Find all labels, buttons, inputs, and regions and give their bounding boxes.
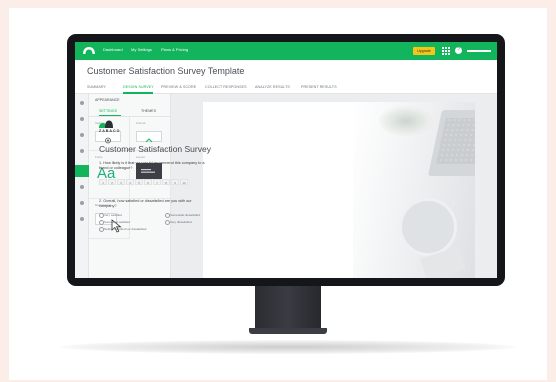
- rail-item-icon[interactable]: [80, 201, 84, 205]
- upgrade-button[interactable]: Upgrade: [413, 47, 435, 55]
- brand-name: ZABACO: [99, 129, 121, 133]
- nav-dashboard[interactable]: Dashboard: [103, 47, 123, 52]
- radio-option-somewhat-dissatisfied[interactable]: Somewhat dissatisfied: [165, 213, 200, 219]
- fonts-cell[interactable]: Fonts Aa: [89, 151, 130, 199]
- cell-label: Layout: [136, 155, 146, 159]
- scale-option[interactable]: 8: [162, 179, 170, 185]
- radio-option-somewhat-satisfied[interactable]: Somewhat satisfied: [99, 220, 130, 226]
- rail-item-icon[interactable]: [80, 117, 84, 121]
- tab-analyze-results[interactable]: ANALYZE RESULTS: [255, 85, 290, 89]
- tab-collect-responses[interactable]: COLLECT RESPONSES: [205, 85, 247, 89]
- app-screen: Dashboard My Settings Plans & Pricing Up…: [75, 42, 497, 278]
- surveymonkey-logo-icon[interactable]: [82, 46, 96, 55]
- scale-option[interactable]: 4: [126, 179, 134, 185]
- tab-present-results[interactable]: PRESENT RESULTS: [301, 85, 337, 89]
- rail-item-icon[interactable]: [80, 133, 84, 137]
- tab-preview-score[interactable]: PREVIEW & SCORE: [161, 85, 196, 89]
- help-icon[interactable]: ?: [455, 47, 462, 54]
- left-tool-rail: [75, 94, 89, 278]
- subtab-indicator: [99, 115, 121, 116]
- layout-cell[interactable]: Layout: [130, 151, 171, 199]
- cell-label: Format: [136, 121, 146, 125]
- scale-option[interactable]: 6: [144, 179, 152, 185]
- apps-grid-icon[interactable]: [442, 47, 450, 55]
- tab-design-survey[interactable]: DESIGN SURVEY: [123, 85, 154, 89]
- survey-title[interactable]: Customer Satisfaction Survey: [99, 144, 211, 154]
- radio-option-very-satisfied[interactable]: Very satisfied: [99, 213, 122, 219]
- panel-heading: APPEARANCE: [95, 98, 120, 102]
- subtab-settings[interactable]: SETTINGS: [99, 109, 117, 113]
- tab-summary[interactable]: SUMMARY: [87, 85, 106, 89]
- scale-option[interactable]: 10: [180, 179, 188, 185]
- survey-preview-page: [203, 102, 475, 278]
- nav-my-settings[interactable]: My Settings: [131, 47, 152, 52]
- page-title: Customer Satisfaction Survey Template: [87, 66, 245, 76]
- nps-scale: 1 2 3 4 5 6 7 8 9 10: [99, 179, 188, 185]
- monitor-shadow: [60, 340, 516, 354]
- monitor-stand-base: [249, 328, 327, 334]
- subtab-themes[interactable]: THEMES: [141, 109, 156, 113]
- rail-item-appearance-active[interactable]: [75, 165, 89, 177]
- scale-option[interactable]: 5: [135, 179, 143, 185]
- question-1[interactable]: 1. How likely is it that you would recom…: [99, 161, 207, 171]
- zabaco-logo-icon: [99, 120, 113, 128]
- panel-subtabs: SETTINGS THEMES: [89, 106, 171, 117]
- scale-option[interactable]: 3: [117, 179, 125, 185]
- nav-plans-pricing[interactable]: Plans & Pricing: [161, 47, 188, 52]
- survey-tabs: SUMMARY DESIGN SURVEY PREVIEW & SCORE CO…: [75, 82, 497, 94]
- user-menu[interactable]: [467, 50, 491, 52]
- radio-option-neither[interactable]: Neither satisfied nor dissatisfied: [99, 227, 146, 233]
- coffee-cup-image: [399, 198, 457, 256]
- cell-label: Fonts: [95, 155, 103, 159]
- rail-item-icon[interactable]: [80, 101, 84, 105]
- scale-option[interactable]: 1: [99, 179, 107, 185]
- scale-option[interactable]: 7: [153, 179, 161, 185]
- rail-item-icon[interactable]: [80, 217, 84, 221]
- plant-image: [379, 106, 433, 136]
- scale-option[interactable]: 9: [171, 179, 179, 185]
- monitor: Dashboard My Settings Plans & Pricing Up…: [67, 34, 505, 286]
- top-navigation-bar: Dashboard My Settings Plans & Pricing Up…: [75, 42, 497, 60]
- scale-option[interactable]: 2: [108, 179, 116, 185]
- monitor-stand: [255, 286, 321, 330]
- question-2[interactable]: 2. Overall, how satisfied or dissatisfie…: [99, 199, 209, 209]
- rail-item-icon[interactable]: [80, 185, 84, 189]
- rail-item-icon[interactable]: [80, 149, 84, 153]
- format-option-box[interactable]: [136, 131, 162, 143]
- radio-option-very-dissatisfied[interactable]: Very dissatisfied: [165, 220, 192, 226]
